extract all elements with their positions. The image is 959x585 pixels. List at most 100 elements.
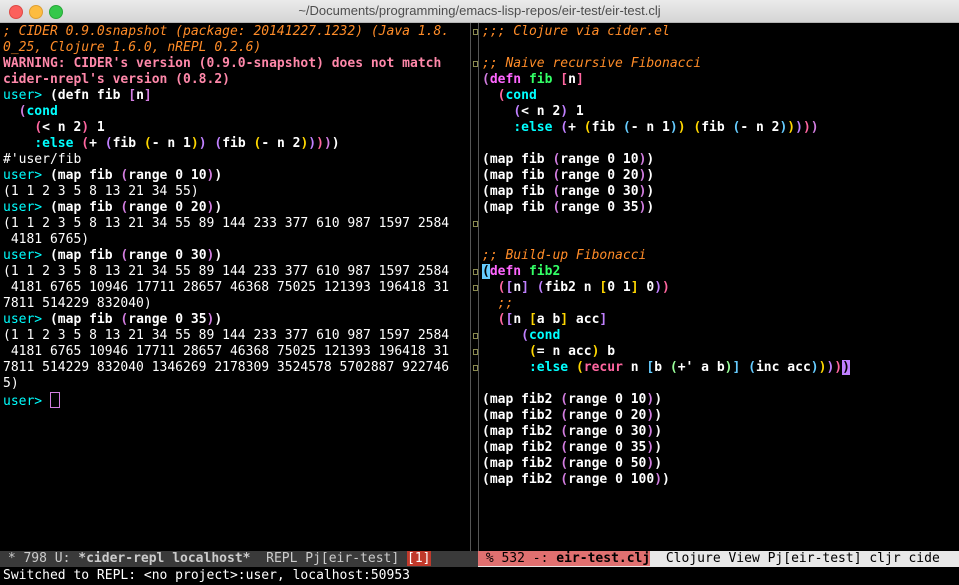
source-token: (map fib2: [482, 456, 561, 471]
source-line: ([n] (fib2 n [0 1] 0)): [482, 280, 959, 296]
repl-token: ]: [143, 88, 152, 103]
repl-line: (1 1 2 3 5 8 13 21 34 55 89 144 233 377 …: [3, 264, 470, 280]
source-token: defn: [489, 264, 522, 279]
source-token: (: [575, 360, 584, 375]
source-token: ): [810, 360, 819, 375]
source-line: (= n acc) b: [482, 344, 959, 360]
repl-token: (: [81, 136, 90, 151]
mode-line-buffer-name[interactable]: *cider-repl localhost*: [78, 551, 250, 566]
repl-line: user> (map fib (range 0 10)): [3, 168, 470, 184]
repl-token: :else: [34, 136, 74, 151]
source-line: (map fib2 (range 0 30)): [482, 424, 959, 440]
source-token: [: [560, 72, 569, 87]
line-wrap-indicator-icon: [473, 333, 478, 339]
repl-line: 4181 6765 10946 17711 28657 46368 75025 …: [3, 344, 470, 360]
repl-line: cider-nrepl's version (0.8.2): [3, 72, 470, 88]
source-token: ): [654, 440, 663, 455]
repl-token: #'user/fib: [3, 152, 82, 167]
source-token: ): [654, 424, 663, 439]
source-line: ;; Build-up Fibonacci: [482, 248, 959, 264]
source-line: (map fib (range 0 35)): [482, 200, 959, 216]
repl-token: (map fib: [49, 200, 121, 215]
repl-line: 4181 6765 10946 17711 28657 46368 75025 …: [3, 280, 470, 296]
source-token: (map fib2: [482, 424, 561, 439]
source-token: ]: [560, 312, 569, 327]
source-token: ): [810, 120, 819, 135]
source-line: (map fib (range 0 20)): [482, 168, 959, 184]
repl-mode-line[interactable]: * 798 U: *cider-repl localhost* REPL Pj[…: [0, 551, 478, 567]
source-token: defn: [489, 72, 522, 87]
source-token: b: [599, 344, 616, 359]
repl-token: (: [34, 120, 43, 135]
source-token: ): [560, 104, 569, 119]
source-line: (cond: [482, 328, 959, 344]
source-mode-line[interactable]: % 532 -: eir-test.clj Clojure View Pj[ei…: [478, 551, 959, 567]
repl-token: 7811 514229 832040 1346269 2178309 35245…: [3, 360, 450, 375]
repl-buffer[interactable]: ; CIDER 0.9.0snapshot (package: 20141227…: [0, 23, 470, 551]
source-line: (map fib2 (range 0 100)): [482, 472, 959, 488]
repl-token: range 0 35: [128, 312, 207, 327]
repl-token: user>: [3, 168, 50, 183]
line-wrap-indicator-icon: [473, 61, 478, 67]
source-token: [521, 264, 529, 279]
line-wrap-indicator-icon: [473, 221, 478, 227]
repl-token: (1 1 2 3 5 8 13 21 34 55 89 144 233 377 …: [3, 216, 450, 231]
source-token: ): [654, 392, 663, 407]
source-lines: ;;; Clojure via cider.el ;; Naive recursi…: [479, 23, 959, 488]
source-line: [482, 136, 959, 152]
source-buffer[interactable]: ;;; Clojure via cider.el ;; Naive recursi…: [479, 23, 959, 551]
source-line: ;;: [482, 296, 959, 312]
source-line: [482, 40, 959, 56]
source-token: ;; Build-up Fibonacci: [482, 248, 647, 263]
repl-token: fib: [112, 136, 144, 151]
repl-token: (1 1 2 3 5 8 13 21 34 55 89 144 233 377 …: [3, 328, 450, 343]
repl-token: [3, 136, 34, 151]
source-token: range 0 50: [568, 456, 647, 471]
repl-token: - n 2: [261, 136, 301, 151]
source-token: ): [646, 152, 655, 167]
source-token: range 0 20: [560, 168, 639, 183]
repl-token: (: [143, 136, 152, 151]
repl-line: 7811 514229 832040 1346269 2178309 35245…: [3, 360, 470, 376]
source-token: 0: [638, 280, 655, 295]
repl-line: (1 1 2 3 5 8 13 21 34 55): [3, 184, 470, 200]
source-token: range 0 10: [560, 152, 639, 167]
source-token: ]: [630, 280, 639, 295]
source-token: ): [654, 456, 663, 471]
repl-token: ): [214, 248, 223, 263]
source-line: [482, 216, 959, 232]
source-token: ): [669, 120, 678, 135]
source-token: ]: [599, 312, 608, 327]
source-line: (map fib2 (range 0 20)): [482, 408, 959, 424]
source-token: ;;; Clojure via cider.el: [482, 24, 670, 39]
source-token: range 0 35: [560, 200, 639, 215]
source-token: [482, 344, 529, 359]
source-token: (: [521, 328, 529, 343]
mode-line-buffer-name[interactable]: eir-test.clj: [556, 551, 651, 566]
repl-token: (map fib: [49, 312, 121, 327]
source-token: a b: [536, 312, 561, 327]
window-divider-fringe[interactable]: [470, 23, 479, 551]
repl-line: (1 1 2 3 5 8 13 21 34 55 89 144 233 377 …: [3, 216, 470, 232]
source-token: :else: [513, 120, 553, 135]
source-token: ): [654, 408, 663, 423]
line-wrap-indicator-icon: [473, 349, 478, 355]
source-token: (: [513, 104, 522, 119]
repl-line: 0_25, Clojure 1.6.0, nREPL 0.2.6): [3, 40, 470, 56]
source-token: < n 2: [521, 104, 561, 119]
repl-token: ): [214, 168, 223, 183]
window-title: ~/Documents/programming/emacs-lisp-repos…: [298, 3, 661, 18]
repl-token: ): [81, 120, 90, 135]
source-token: (: [560, 408, 569, 423]
repl-token: [: [128, 88, 137, 103]
repl-token: user>: [3, 248, 50, 263]
source-token: ): [654, 472, 663, 487]
source-token: (: [560, 456, 569, 471]
source-token: cond: [528, 328, 561, 343]
repl-token: 4181 6765 10946 17711 28657 46368 75025 …: [3, 344, 450, 359]
source-token: (: [560, 472, 569, 487]
source-token: ): [654, 280, 663, 295]
repl-token: 4181 6765): [3, 232, 90, 247]
repl-line: #'user/fib: [3, 152, 470, 168]
repl-line: 7811 514229 832040): [3, 296, 470, 312]
